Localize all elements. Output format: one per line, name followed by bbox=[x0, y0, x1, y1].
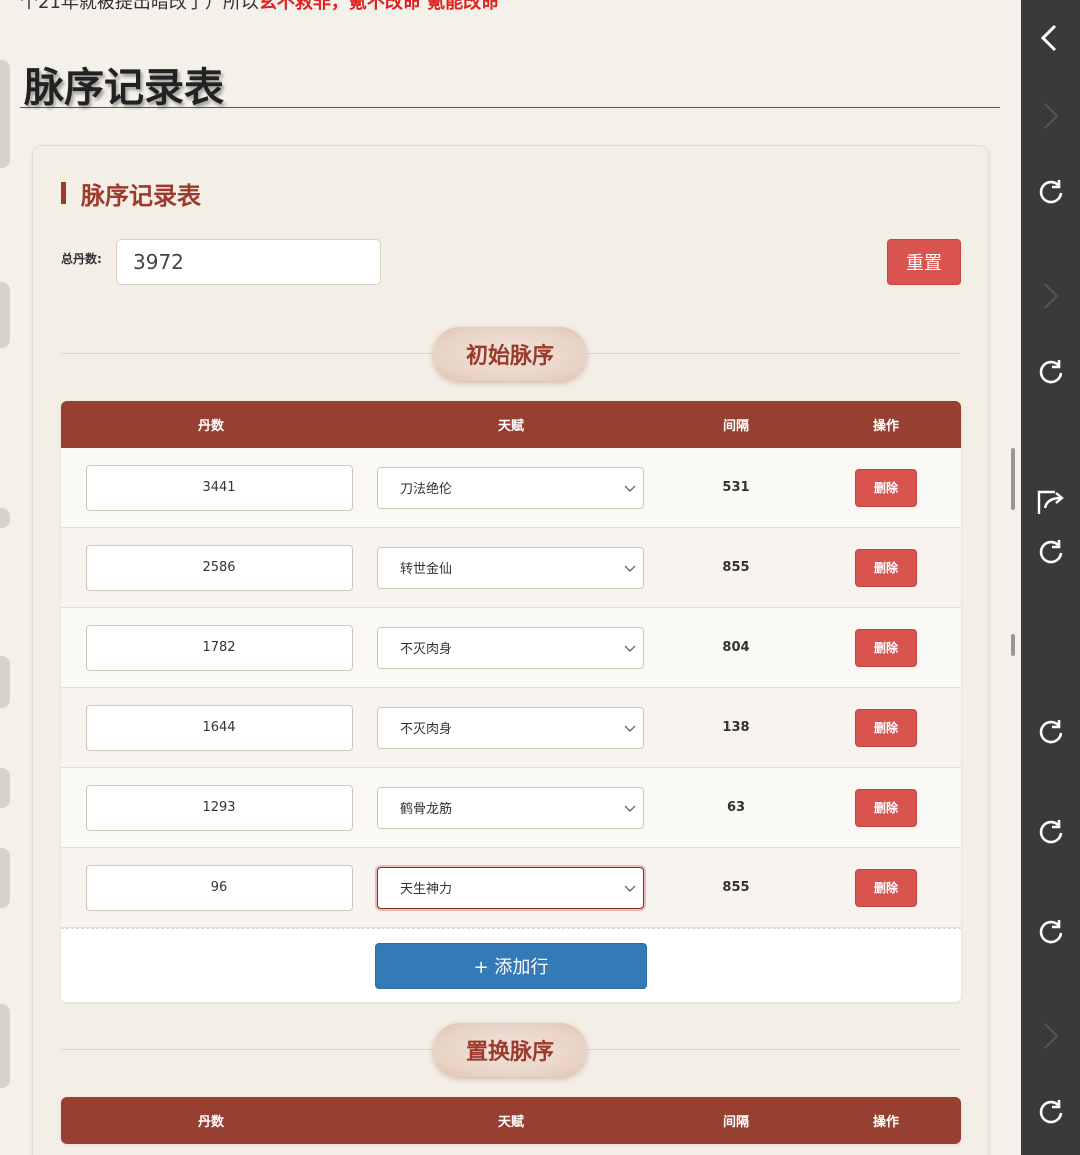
talent-select[interactable]: 刀法绝伦 bbox=[377, 466, 644, 509]
initial-table: 丹数 天赋 间隔 操作 刀法绝伦 531 删除 转世金仙 855 删除 不灭肉身… bbox=[61, 401, 961, 1002]
refresh-icon[interactable] bbox=[1035, 176, 1067, 208]
header-action: 操作 bbox=[872, 419, 899, 434]
header-talent: 天赋 bbox=[497, 419, 524, 434]
talent-select[interactable]: 鹤骨龙筋 bbox=[377, 786, 644, 829]
table-row: 天生神力 855 删除 bbox=[61, 848, 961, 928]
intro-text: 个21年就被提出暗改了）所以玄不救非，氪不改命 氪能改命 bbox=[20, 0, 1010, 14]
delete-button[interactable]: 删除 bbox=[855, 708, 917, 747]
chevron-down-icon bbox=[624, 485, 636, 492]
table-row: 转世金仙 855 删除 bbox=[61, 528, 961, 608]
replace-section-title: 置换脉序 bbox=[433, 1023, 587, 1077]
dan-input[interactable] bbox=[85, 544, 353, 591]
table-header: 丹数 天赋 间隔 操作 bbox=[61, 401, 961, 448]
left-edge-tab[interactable] bbox=[0, 282, 10, 348]
talent-value: 天生神力 bbox=[400, 882, 453, 897]
left-edge-tab[interactable] bbox=[0, 656, 10, 708]
total-dan-input[interactable] bbox=[116, 239, 381, 285]
chevron-down-icon bbox=[624, 725, 636, 732]
dan-input[interactable] bbox=[85, 784, 353, 831]
chevron-down-icon bbox=[624, 645, 636, 652]
header-dan: 丹数 bbox=[197, 1115, 224, 1130]
delete-button[interactable]: 删除 bbox=[855, 788, 917, 827]
intro-plain: 个21年就被提出暗改了）所以 bbox=[20, 0, 259, 13]
scrollbar-thumb[interactable] bbox=[1011, 448, 1015, 510]
share-icon[interactable] bbox=[1035, 486, 1067, 518]
refresh-icon[interactable] bbox=[1035, 1096, 1067, 1128]
header-action: 操作 bbox=[872, 1115, 899, 1130]
left-edge-tab[interactable] bbox=[0, 848, 10, 908]
refresh-icon[interactable] bbox=[1035, 716, 1067, 748]
talent-select[interactable]: 转世金仙 bbox=[377, 546, 644, 589]
delete-button[interactable]: 删除 bbox=[855, 548, 917, 587]
left-edge-tab[interactable] bbox=[0, 508, 10, 528]
table-body: 刀法绝伦 531 删除 转世金仙 855 删除 不灭肉身 804 删除 不灭肉身… bbox=[61, 448, 961, 928]
page-title: 脉序记录表 bbox=[24, 64, 224, 111]
table-row: 不灭肉身 804 删除 bbox=[61, 608, 961, 688]
reset-button[interactable]: 重置 bbox=[887, 239, 961, 285]
talent-select[interactable]: 天生神力 bbox=[377, 866, 644, 909]
gap-value: 531 bbox=[722, 480, 750, 495]
refresh-icon[interactable] bbox=[1035, 356, 1067, 388]
refresh-icon[interactable] bbox=[1035, 916, 1067, 948]
replace-table: 丹数 天赋 间隔 操作 bbox=[61, 1097, 961, 1144]
left-edge-tab[interactable] bbox=[0, 768, 10, 808]
delete-button[interactable]: 删除 bbox=[855, 468, 917, 507]
forward-icon[interactable] bbox=[1035, 100, 1067, 132]
replace-section-divider: 置换脉序 bbox=[61, 1023, 961, 1077]
talent-value: 转世金仙 bbox=[400, 562, 453, 577]
add-row-area: + 添加行 bbox=[61, 928, 961, 1002]
forward-icon[interactable] bbox=[1035, 1020, 1067, 1052]
refresh-icon[interactable] bbox=[1035, 816, 1067, 848]
gap-value: 804 bbox=[722, 640, 750, 655]
scrollbar-thumb[interactable] bbox=[1011, 634, 1015, 656]
header-dan: 丹数 bbox=[197, 419, 224, 434]
left-edge-tab[interactable] bbox=[0, 1004, 10, 1088]
initial-section-divider: 初始脉序 bbox=[61, 327, 961, 381]
dan-input[interactable] bbox=[85, 624, 353, 671]
delete-button[interactable]: 删除 bbox=[855, 868, 917, 907]
talent-value: 鹤骨龙筋 bbox=[400, 802, 453, 817]
delete-button[interactable]: 删除 bbox=[855, 628, 917, 667]
total-dan-label: 总丹数: bbox=[61, 252, 102, 266]
gap-value: 138 bbox=[722, 720, 750, 735]
card-title: 脉序记录表 bbox=[61, 176, 201, 211]
gap-value: 855 bbox=[722, 880, 750, 895]
header-gap: 间隔 bbox=[722, 419, 749, 434]
chevron-down-icon bbox=[624, 565, 636, 572]
talent-value: 不灭肉身 bbox=[400, 642, 453, 657]
talent-select[interactable]: 不灭肉身 bbox=[377, 626, 644, 669]
table-row: 鹤骨龙筋 63 删除 bbox=[61, 768, 961, 848]
forward-icon[interactable] bbox=[1035, 280, 1067, 312]
record-card: 脉序记录表 总丹数: 重置 初始脉序 丹数 天赋 间隔 操作 刀法绝伦 531 … bbox=[32, 145, 989, 1155]
left-edge-tab[interactable] bbox=[0, 60, 10, 168]
dan-input[interactable] bbox=[85, 864, 353, 911]
gap-value: 855 bbox=[722, 560, 750, 575]
back-icon[interactable] bbox=[1035, 22, 1067, 54]
talent-select[interactable]: 不灭肉身 bbox=[377, 706, 644, 749]
talent-value: 刀法绝伦 bbox=[400, 482, 453, 497]
browser-side-panel bbox=[1021, 0, 1080, 1155]
talent-value: 不灭肉身 bbox=[400, 722, 453, 737]
gap-value: 63 bbox=[726, 800, 746, 815]
chevron-down-icon bbox=[624, 805, 636, 812]
table-row: 不灭肉身 138 删除 bbox=[61, 688, 961, 768]
dan-input[interactable] bbox=[85, 704, 353, 751]
initial-section-title: 初始脉序 bbox=[433, 327, 587, 381]
title-divider bbox=[20, 107, 1000, 108]
header-talent: 天赋 bbox=[497, 1115, 524, 1130]
table-row: 刀法绝伦 531 删除 bbox=[61, 448, 961, 528]
refresh-icon[interactable] bbox=[1035, 536, 1067, 568]
dan-input[interactable] bbox=[85, 464, 353, 511]
intro-highlight: 玄不救非，氪不改命 氪能改命 bbox=[258, 0, 500, 13]
add-row-button[interactable]: + 添加行 bbox=[375, 942, 647, 989]
header-gap: 间隔 bbox=[722, 1115, 749, 1130]
table-header: 丹数 天赋 间隔 操作 bbox=[61, 1097, 961, 1144]
chevron-down-icon bbox=[624, 885, 636, 892]
